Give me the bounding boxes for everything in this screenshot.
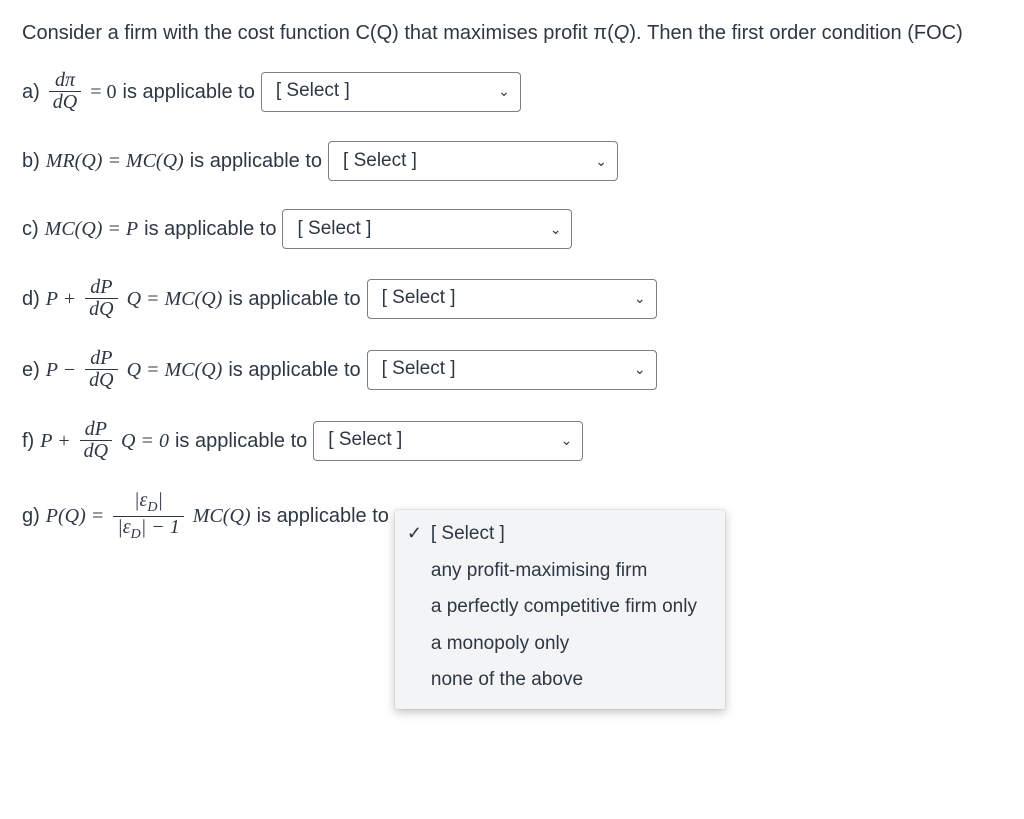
menu-option-selected[interactable]: [ Select ] [395, 516, 725, 553]
item-letter: f) [22, 426, 34, 456]
denominator: |εD| − 1 [113, 517, 184, 543]
fraction-dpi-dq: dπ dQ [49, 70, 81, 113]
question-intro: Consider a firm with the cost function C… [22, 18, 1002, 48]
expr-suffix: Q = MC(Q) [127, 284, 223, 314]
select-a[interactable]: [ Select ] ⌄ [261, 72, 521, 112]
denominator: dQ [85, 299, 117, 320]
select-c[interactable]: [ Select ] ⌄ [282, 209, 572, 249]
numerator: dP [86, 348, 116, 369]
expr-suffix: MC(Q) [193, 501, 251, 531]
expr-suffix: Q = 0 [121, 426, 169, 456]
item-d: d) P + dP dQ Q = MC(Q) is applicable to … [22, 277, 1002, 320]
fraction-elasticity: |εD| |εD| − 1 [113, 490, 184, 542]
select-value: [ Select ] [297, 215, 371, 244]
denominator: dQ [80, 441, 112, 462]
item-letter: a) [22, 77, 40, 107]
select-value: [ Select ] [276, 77, 350, 106]
numerator: dP [86, 277, 116, 298]
expr-prefix: P + [40, 426, 70, 456]
denominator: dQ [85, 370, 117, 391]
chevron-down-icon: ⌄ [634, 359, 646, 380]
select-value: [ Select ] [382, 355, 456, 384]
expr-prefix: P(Q) = [46, 501, 104, 531]
expr-suffix: Q = MC(Q) [127, 355, 223, 385]
item-a: a) dπ dQ = 0 is applicable to [ Select ]… [22, 70, 1002, 113]
numerator: dπ [51, 70, 79, 91]
applicable-label: is applicable to [190, 146, 322, 176]
item-e: e) P − dP dQ Q = MC(Q) is applicable to … [22, 348, 1002, 391]
menu-option-any-firm[interactable]: any profit-maximising firm [395, 553, 725, 590]
item-letter: e) [22, 355, 40, 385]
item-letter: c) [22, 214, 39, 244]
item-c: c) MC(Q) = P is applicable to [ Select ]… [22, 209, 1002, 249]
chevron-down-icon: ⌄ [561, 430, 573, 451]
chevron-down-icon: ⌄ [595, 151, 607, 172]
chevron-down-icon: ⌄ [498, 81, 510, 102]
expr-prefix: P + [46, 284, 76, 314]
select-f[interactable]: [ Select ] ⌄ [313, 421, 583, 461]
expr-mr-mc: MR(Q) = MC(Q) [46, 146, 184, 176]
select-value: [ Select ] [382, 284, 456, 313]
item-g: g) P(Q) = |εD| |εD| − 1 MC(Q) is applica… [22, 490, 1002, 542]
select-e[interactable]: [ Select ] ⌄ [367, 350, 657, 390]
fraction-dp-dq: dP dQ [85, 348, 117, 391]
item-letter: d) [22, 284, 40, 314]
numerator: dP [81, 419, 111, 440]
select-d[interactable]: [ Select ] ⌄ [367, 279, 657, 319]
select-value: [ Select ] [343, 147, 417, 176]
item-f: f) P + dP dQ Q = 0 is applicable to [ Se… [22, 419, 1002, 462]
menu-option-monopoly[interactable]: a monopoly only [395, 626, 725, 663]
fraction-dp-dq: dP dQ [85, 277, 117, 320]
dropdown-menu: [ Select ] any profit-maximising firm a … [395, 510, 725, 709]
select-b[interactable]: [ Select ] ⌄ [328, 141, 618, 181]
item-letter: b) [22, 146, 40, 176]
expr-mc-p: MC(Q) = P [45, 214, 138, 244]
equals-zero: = 0 [90, 77, 116, 107]
applicable-label: is applicable to [228, 284, 360, 314]
applicable-label: is applicable to [228, 355, 360, 385]
item-letter: g) [22, 501, 40, 531]
select-value: [ Select ] [328, 426, 402, 455]
chevron-down-icon: ⌄ [634, 288, 646, 309]
fraction-dp-dq: dP dQ [80, 419, 112, 462]
applicable-label: is applicable to [175, 426, 307, 456]
numerator: |εD| [130, 490, 167, 516]
menu-option-competitive[interactable]: a perfectly competitive firm only [395, 589, 725, 626]
applicable-label: is applicable to [144, 214, 276, 244]
chevron-down-icon: ⌄ [550, 219, 562, 240]
applicable-label: is applicable to [123, 77, 255, 107]
denominator: dQ [49, 92, 81, 113]
menu-option-none[interactable]: none of the above [395, 662, 725, 699]
expr-prefix: P − [46, 355, 76, 385]
item-b: b) MR(Q) = MC(Q) is applicable to [ Sele… [22, 141, 1002, 181]
intro-text: Consider a firm with the cost function C… [22, 22, 963, 44]
applicable-label: is applicable to [257, 501, 389, 531]
